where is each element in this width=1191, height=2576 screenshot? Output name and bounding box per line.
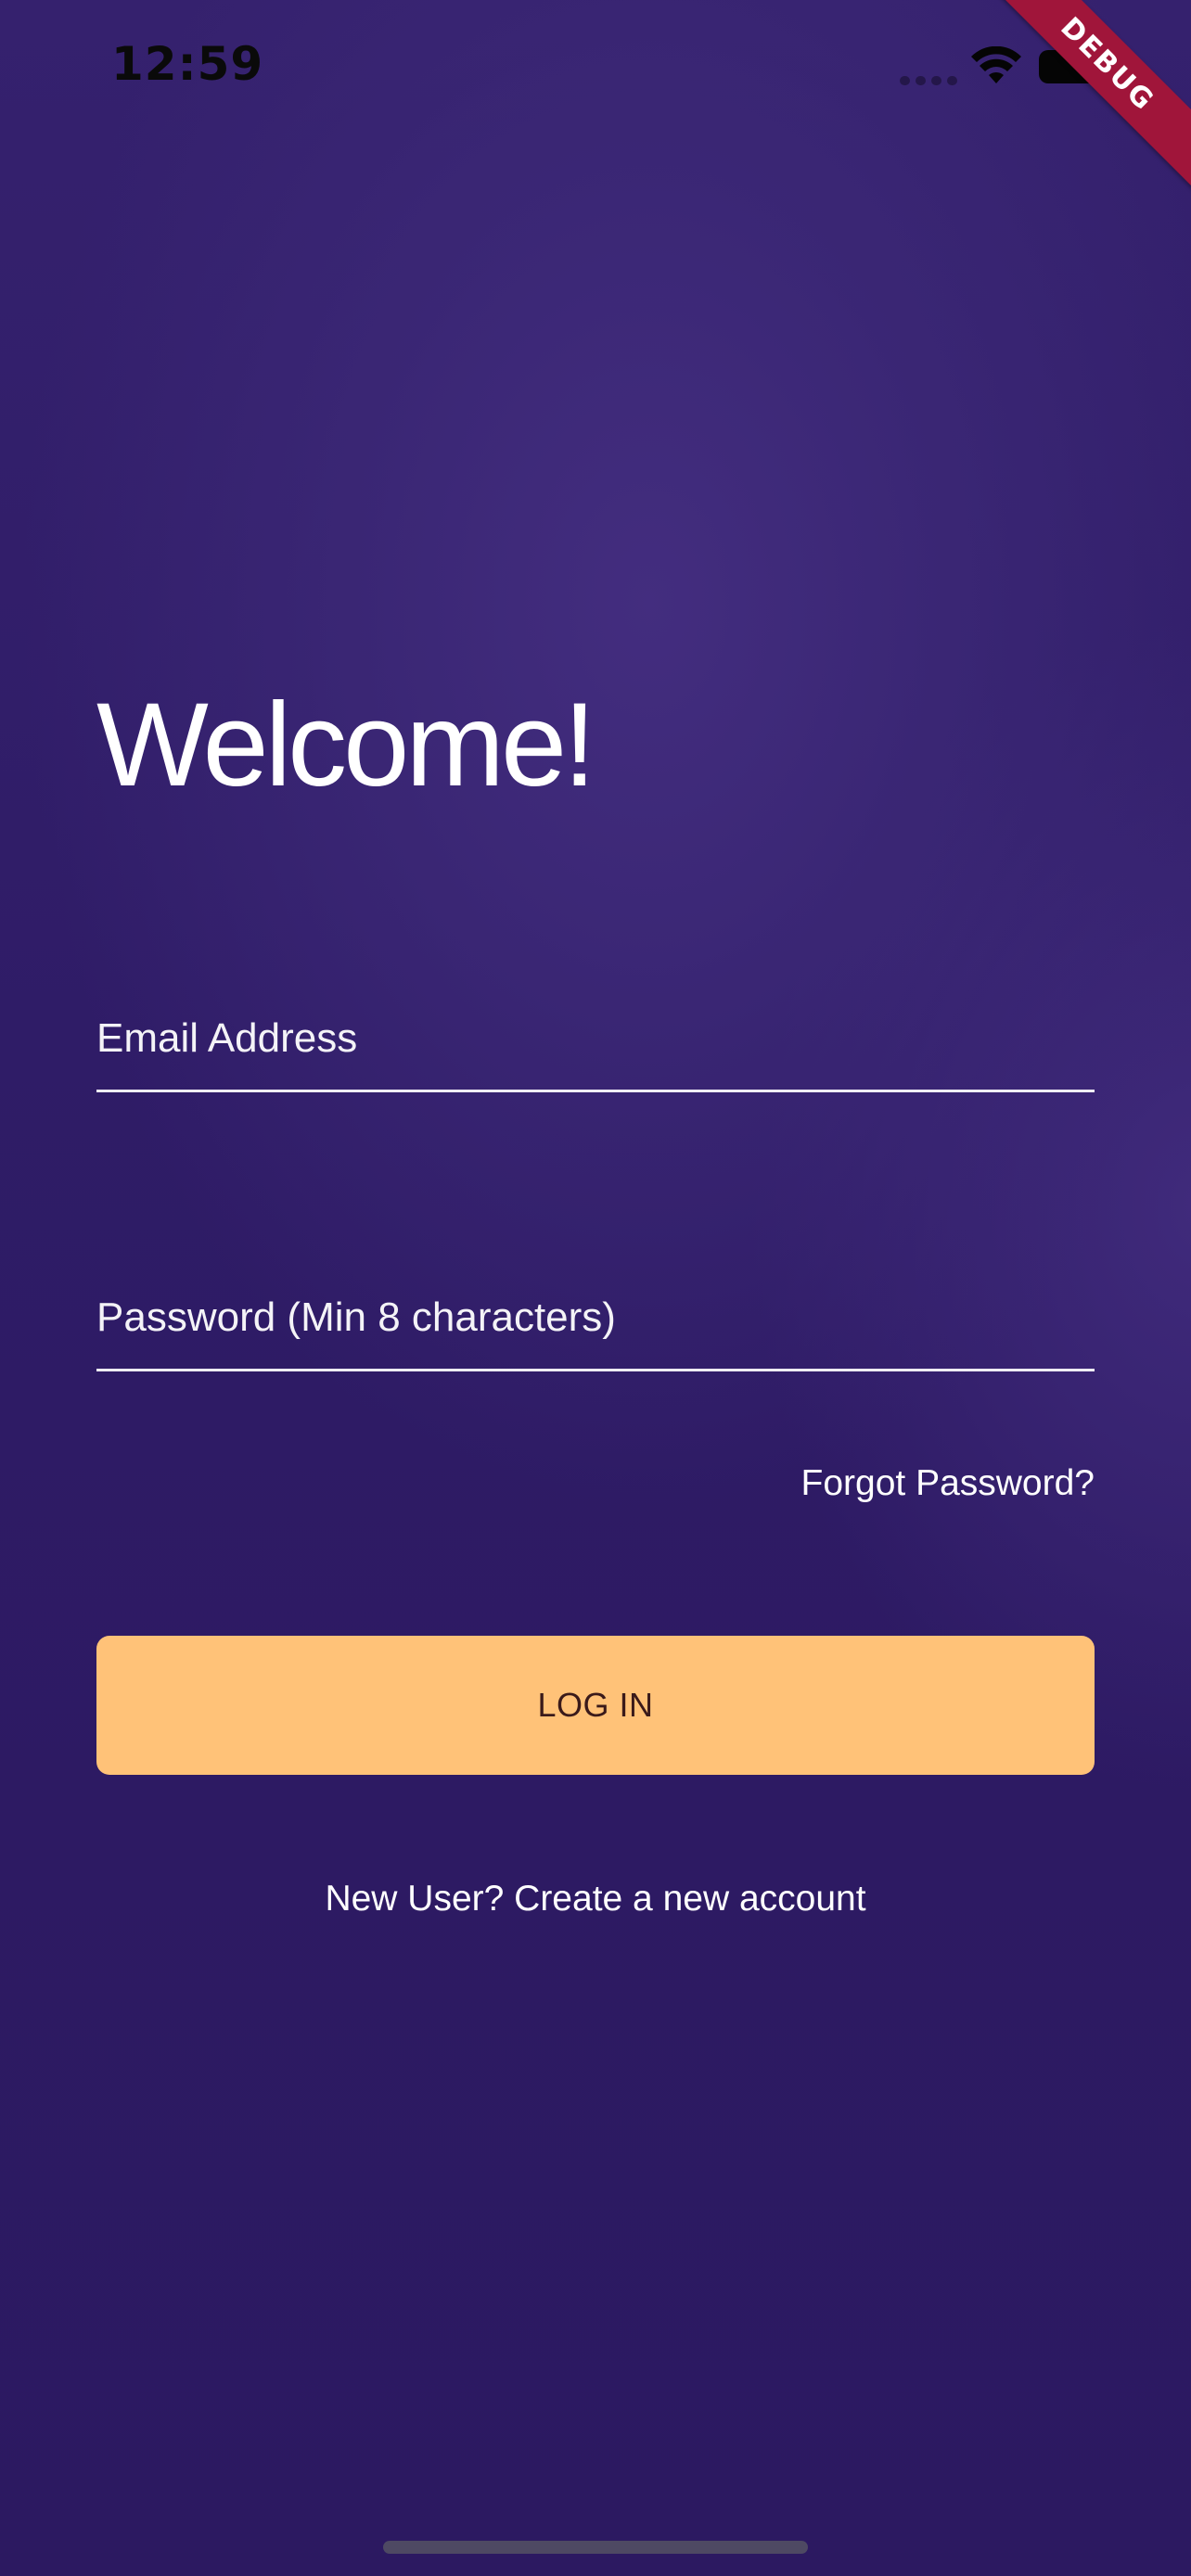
debug-banner: DEBUG	[951, 0, 1191, 221]
email-field[interactable]	[96, 1015, 1095, 1062]
email-field-container	[96, 978, 1095, 1092]
home-indicator[interactable]	[383, 2541, 808, 2554]
forgot-password-link[interactable]: Forgot Password?	[801, 1463, 1095, 1504]
signal-dots-icon	[900, 76, 959, 85]
password-field[interactable]	[96, 1294, 1095, 1341]
login-button[interactable]: LOG IN	[96, 1636, 1095, 1775]
password-field-container	[96, 1257, 1095, 1371]
page-title: Welcome!	[96, 679, 596, 811]
create-account-link[interactable]: New User? Create a new account	[0, 1879, 1191, 1919]
wifi-icon	[971, 46, 1021, 83]
status-bar-time: 12:59	[111, 37, 264, 91]
login-screen: 12:59 DEBUG Welcome! Forgot Password? LO…	[0, 0, 1191, 2576]
